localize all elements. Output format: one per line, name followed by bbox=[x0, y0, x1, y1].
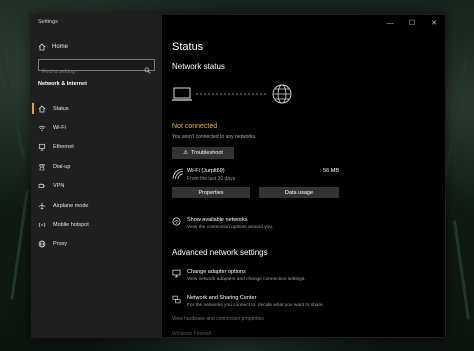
sidebar-item-ethernet[interactable]: Ethernet bbox=[32, 138, 162, 157]
title-bar[interactable]: Settings bbox=[32, 15, 162, 31]
search-input[interactable] bbox=[39, 67, 142, 77]
sidebar-item-dialup[interactable]: Dial-up bbox=[32, 157, 162, 176]
data-usage-button[interactable]: Data usage bbox=[259, 187, 339, 198]
close-button[interactable]: ✕ bbox=[423, 15, 445, 31]
hotspot-icon bbox=[38, 221, 46, 229]
wifi-icon bbox=[38, 124, 46, 132]
sidebar-nav: Status Wi-Fi Ethernet Dial-up VPN Airpla… bbox=[32, 99, 162, 254]
sharing-center-title: Network and Sharing Center bbox=[187, 295, 257, 301]
troubleshoot-label: Troubleshoot bbox=[191, 150, 223, 156]
wifi-network-row: Wi-Fi (Jurplt69) From the last 30 days 5… bbox=[172, 166, 339, 188]
dialup-icon bbox=[38, 163, 46, 171]
sidebar-item-label: VPN bbox=[53, 183, 65, 190]
show-networks-desc: View the connection options around you. bbox=[187, 225, 274, 230]
airplane-icon bbox=[38, 202, 46, 210]
warning-icon: ⚠ bbox=[183, 150, 189, 156]
page-title: Status bbox=[172, 41, 204, 53]
wifi-data-used: 56 MB bbox=[323, 168, 339, 174]
globe-icon bbox=[38, 240, 46, 248]
sidebar-item-wifi[interactable]: Wi-Fi bbox=[32, 118, 162, 137]
windows-firewall-link[interactable]: Windows Firewall bbox=[172, 331, 211, 337]
vpn-icon bbox=[38, 182, 46, 190]
nav-home[interactable]: Home bbox=[38, 43, 68, 51]
sidebar-item-hotspot[interactable]: Mobile hotspot bbox=[32, 215, 162, 234]
sharing-center-link[interactable]: Network and Sharing Center For the netwo… bbox=[172, 295, 324, 308]
sharing-center-icon bbox=[172, 295, 181, 304]
connection-status: Not connected bbox=[172, 123, 218, 130]
connection-status-detail: You aren't connected to any networks. bbox=[172, 134, 257, 140]
sidebar-item-label: Airplane mode bbox=[53, 202, 89, 209]
minimize-button[interactable]: — bbox=[379, 15, 401, 31]
sidebar-item-proxy[interactable]: Proxy bbox=[32, 235, 162, 254]
sharing-center-desc: For the networks you connect to, decide … bbox=[187, 303, 325, 308]
app-title: Settings bbox=[38, 19, 58, 25]
change-adapter-desc: View network adapters and change connect… bbox=[187, 277, 306, 282]
wifi-scan-icon bbox=[172, 217, 181, 226]
sidebar-item-label: Mobile hotspot bbox=[53, 222, 89, 229]
internet-globe-icon bbox=[272, 84, 292, 104]
sidebar-item-label: Status bbox=[53, 105, 69, 112]
sidebar-item-status[interactable]: Status bbox=[32, 99, 162, 118]
network-diagram bbox=[172, 84, 292, 104]
maximize-button[interactable]: ☐ bbox=[401, 15, 423, 31]
laptop-icon bbox=[172, 87, 192, 101]
sidebar-section-title: Network & Internet bbox=[38, 81, 87, 87]
wifi-network-name: Wi-Fi (Jurplt69) bbox=[187, 168, 225, 174]
home-status-icon bbox=[38, 105, 46, 113]
settings-window: Settings Home Network & Internet Status … bbox=[31, 14, 446, 338]
sidebar-item-label: Proxy bbox=[53, 241, 68, 248]
change-adapter-title: Change adapter options bbox=[187, 269, 246, 275]
wifi-signal-icon bbox=[172, 168, 184, 180]
search-icon[interactable] bbox=[144, 61, 151, 79]
search-box[interactable] bbox=[38, 59, 155, 77]
show-networks-title: Show available networks bbox=[187, 217, 248, 223]
network-status-heading: Network status bbox=[172, 62, 225, 71]
sidebar-item-label: Ethernet bbox=[53, 144, 74, 151]
troubleshoot-button[interactable]: ⚠ Troubleshoot bbox=[172, 147, 234, 159]
adapter-icon bbox=[172, 269, 181, 278]
sidebar-item-vpn[interactable]: VPN bbox=[32, 177, 162, 196]
hardware-properties-link[interactable]: View hardware and connection properties bbox=[172, 316, 264, 322]
wifi-usage-period: From the last 30 days bbox=[187, 176, 236, 182]
home-icon bbox=[38, 43, 46, 51]
properties-button[interactable]: Properties bbox=[172, 187, 250, 198]
window-controls: — ☐ ✕ bbox=[379, 15, 445, 31]
change-adapter-link[interactable]: Change adapter options View network adap… bbox=[172, 269, 306, 282]
ethernet-icon bbox=[38, 143, 46, 152]
sidebar-item-label: Dial-up bbox=[53, 163, 71, 170]
nav-home-label: Home bbox=[52, 44, 69, 50]
sidebar-item-airplane[interactable]: Airplane mode bbox=[32, 196, 162, 215]
advanced-settings-heading: Advanced network settings bbox=[172, 248, 268, 257]
show-networks-link[interactable]: Show available networks View the connect… bbox=[172, 217, 273, 230]
main-content: — ☐ ✕ Status Network status Not connecte… bbox=[162, 15, 445, 337]
sidebar: Settings Home Network & Internet Status … bbox=[32, 15, 162, 337]
sidebar-item-label: Wi-Fi bbox=[53, 125, 66, 132]
